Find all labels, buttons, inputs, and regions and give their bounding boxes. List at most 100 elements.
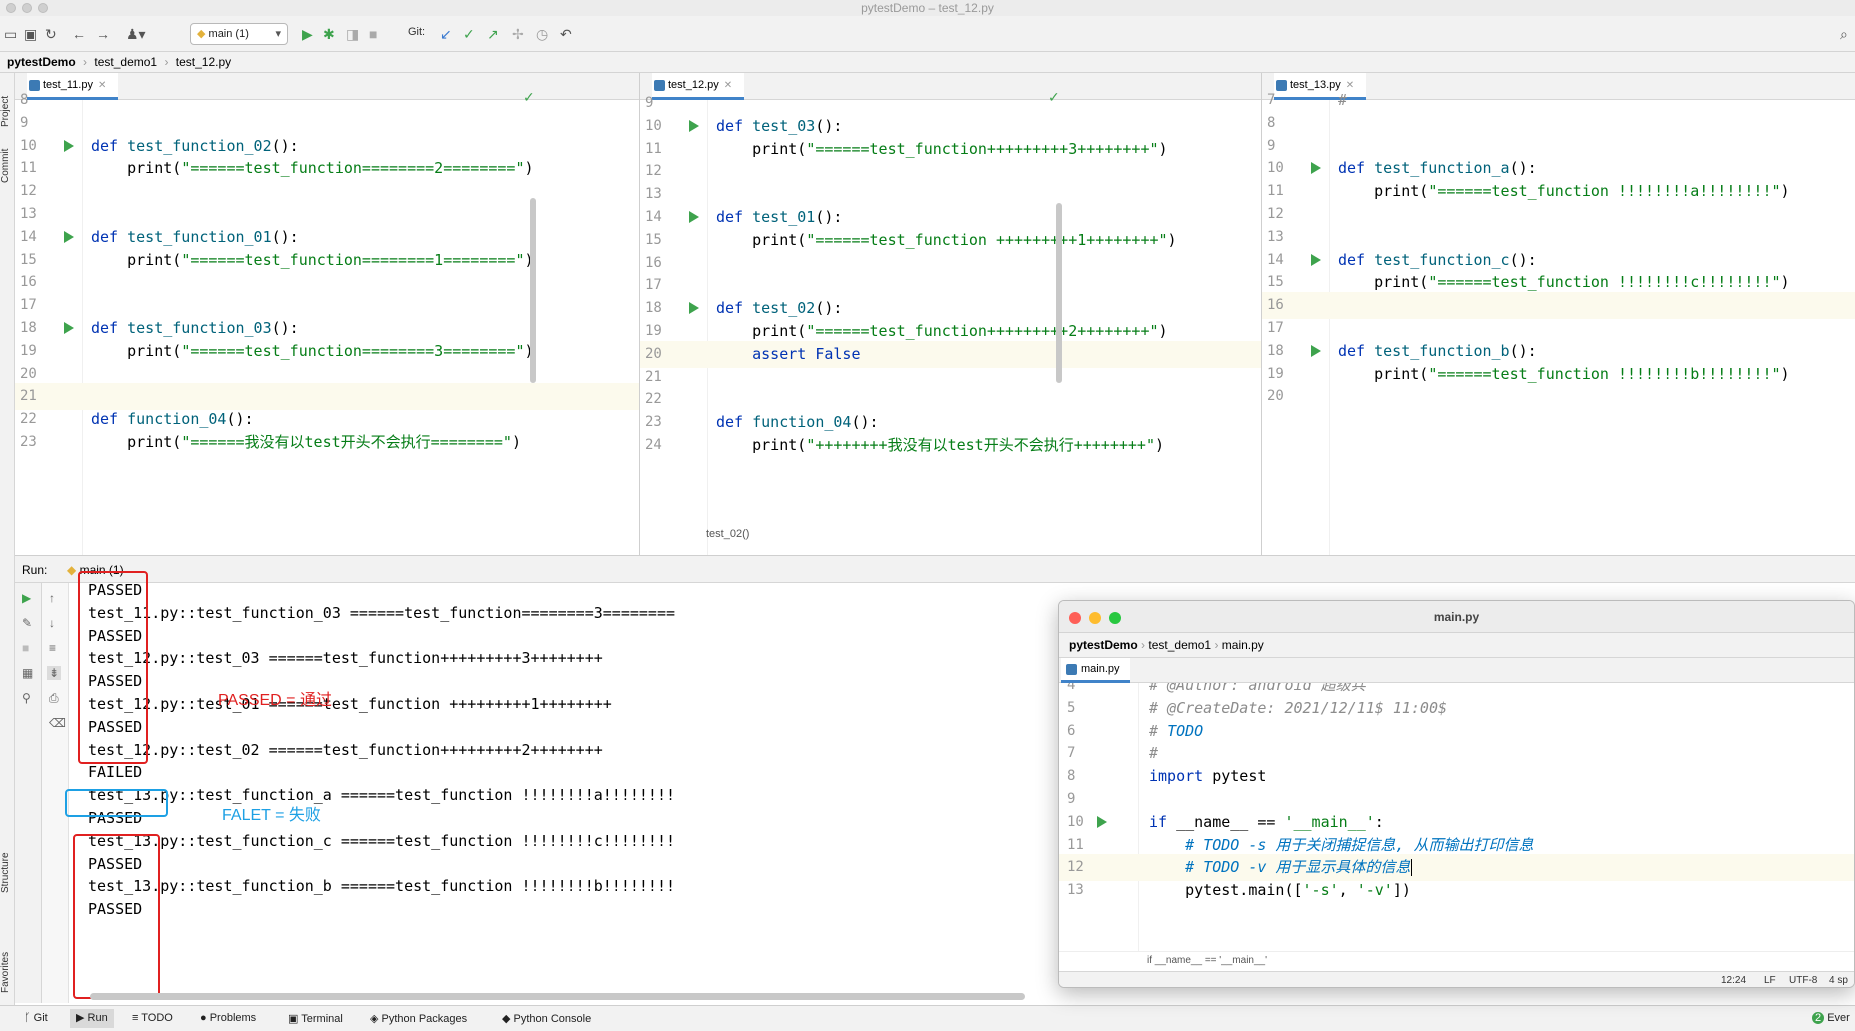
trash-icon[interactable]: ⌫ — [49, 716, 66, 730]
tab-main-py[interactable]: main.py — [1061, 658, 1130, 683]
git-tool-tab[interactable]: ᚴ Git — [24, 1012, 48, 1024]
layout-icon[interactable]: ▦ — [22, 666, 33, 680]
code-token: , — [1338, 881, 1357, 900]
scroll-to-end-icon[interactable]: ⇟ — [47, 666, 62, 680]
string-token: '__main__' — [1284, 812, 1375, 831]
scroll-up-icon[interactable]: ↑ — [49, 591, 55, 605]
wrench-icon[interactable]: ✎ — [22, 616, 32, 630]
git-push-icon[interactable]: ↗ — [487, 26, 499, 42]
rerun-icon[interactable]: ▶ — [22, 591, 31, 605]
terminal-tool-tab[interactable]: ▣ Terminal — [288, 1012, 343, 1025]
run-icon[interactable]: ▶ — [302, 26, 313, 42]
run-tool-tab[interactable]: ▶ Run — [70, 1009, 114, 1028]
run-gutter-icon[interactable] — [64, 322, 74, 334]
breadcrumb-project[interactable]: pytestDemo — [7, 55, 76, 69]
run-gutter-icon[interactable] — [64, 230, 74, 243]
code-token: (): — [271, 319, 299, 337]
caret-position[interactable]: 12:24 — [1721, 975, 1746, 986]
breadcrumb-separator: › — [1141, 638, 1146, 652]
run-gutter-icon[interactable] — [689, 119, 699, 132]
git-pull-request-icon[interactable]: ✢ — [512, 26, 524, 42]
code-token: (): — [815, 116, 843, 135]
project-tool-tab[interactable]: Project — [0, 77, 15, 127]
comment-token: # — [1338, 91, 1348, 109]
git-commit-icon[interactable]: ✓ — [463, 26, 475, 42]
stop-icon[interactable]: ■ — [369, 26, 377, 42]
git-branch-icon: ᚴ — [24, 1012, 31, 1024]
string-token: '-v' — [1356, 881, 1393, 900]
code-text: print("======我没有以test开头不会执行========") — [91, 429, 521, 456]
line-separator[interactable]: LF — [1764, 975, 1776, 986]
commit-tool-tab[interactable]: Commit — [0, 133, 15, 183]
string-token: '-s' — [1302, 881, 1339, 900]
code-text: pytest.main(['-s', '-v']) — [1149, 877, 1411, 904]
run-gutter-icon[interactable] — [1311, 344, 1321, 357]
run-gutter-icon[interactable] — [689, 211, 699, 223]
horizontal-scrollbar[interactable] — [90, 993, 1025, 1000]
test-output-line: test_13.py::test_function_a ======test_f… — [88, 786, 675, 805]
python-packages-tool-tab[interactable]: ◈ Python Packages — [370, 1012, 467, 1025]
vertical-scrollbar[interactable] — [1056, 203, 1062, 383]
search-icon[interactable]: ⌕ — [1840, 26, 1848, 42]
user-icon[interactable]: ♟▾ — [126, 26, 146, 42]
keyword-token: def — [716, 413, 753, 432]
comment-token: # — [1149, 744, 1159, 763]
breadcrumb-project[interactable]: pytestDemo — [1069, 638, 1138, 652]
code-token: ) — [1155, 436, 1165, 454]
breadcrumb-separator: › — [164, 55, 169, 69]
run-gutter-icon[interactable] — [1097, 815, 1107, 828]
floating-status-bar: 12:24 LF UTF-8 4 sp — [1059, 971, 1854, 987]
save-icon[interactable]: ▣ — [24, 26, 37, 42]
favorites-tool-tab[interactable]: Favorites — [0, 923, 15, 993]
breadcrumb-separator: › — [83, 55, 88, 69]
print-icon[interactable]: ⎙ — [49, 691, 59, 706]
todo-tool-tab[interactable]: ≡ TODO — [132, 1012, 173, 1024]
run-gutter-icon[interactable] — [1311, 162, 1321, 175]
code-token: ) — [524, 159, 534, 178]
structure-tool-tab[interactable]: Structure — [0, 833, 15, 893]
code-token: (): — [226, 410, 254, 429]
keyword-token: def — [1338, 341, 1375, 360]
run-gutter-icon[interactable] — [1311, 253, 1321, 266]
coverage-icon[interactable]: ◨ — [346, 26, 359, 42]
floating-tab-bar: main.py — [1059, 658, 1854, 683]
breadcrumb-file[interactable]: main.py — [1222, 638, 1264, 652]
git-update-icon[interactable]: ↙ — [440, 26, 452, 42]
indent-setting[interactable]: 4 sp — [1829, 975, 1848, 986]
file-encoding[interactable]: UTF-8 — [1789, 975, 1817, 986]
stop-icon[interactable]: ■ — [22, 641, 29, 655]
debug-icon[interactable]: ✱ — [323, 26, 335, 42]
code-token: pytest.main([ — [1149, 881, 1303, 900]
soft-wrap-icon[interactable]: ≡ — [49, 641, 56, 655]
python-console-tool-tab[interactable]: ◆ Python Console — [502, 1012, 591, 1025]
back-arrow-icon[interactable]: ← — [72, 26, 86, 42]
open-folder-icon[interactable]: ▭ — [4, 26, 17, 42]
keyword-token: def — [716, 299, 753, 318]
run-configuration-select[interactable]: ◆ main (1) ▾ — [190, 23, 288, 45]
forward-arrow-icon[interactable]: → — [96, 26, 110, 42]
run-gutter-icon[interactable] — [64, 139, 74, 152]
sync-icon[interactable]: ↻ — [45, 26, 57, 42]
floating-code-editor[interactable]: 4 # @Author: android 超级兵 5 # @CreateDate: 2… — [1059, 683, 1854, 951]
breadcrumb-folder[interactable]: test_demo1 — [94, 55, 157, 69]
comment-token: # — [1149, 721, 1168, 740]
event-log-tab[interactable]: 2 Ever — [1812, 1012, 1850, 1024]
run-gutter-icon[interactable] — [689, 302, 699, 315]
info-icon: ● — [200, 1012, 207, 1024]
code-token: __name__ == — [1176, 812, 1285, 831]
scroll-down-icon[interactable]: ↓ — [49, 616, 55, 630]
problems-tool-tab[interactable]: ● Problems — [200, 1012, 256, 1024]
breadcrumb-folder[interactable]: test_demo1 — [1148, 638, 1211, 652]
breadcrumb-file[interactable]: test_12.py — [176, 55, 231, 69]
run-output[interactable]: PASSED test_11.py::test_function_03 =====… — [65, 571, 1060, 1003]
pin-icon[interactable]: ⚲ — [22, 691, 31, 705]
vertical-scrollbar[interactable] — [530, 198, 536, 383]
rollback-icon[interactable]: ↶ — [560, 26, 572, 42]
string-token: "======test_function !!!!!!!!c!!!!!!!!" — [1428, 273, 1781, 292]
editor-pane-test-11: test_11.py ✕ 8 9 10 def test_function_02(): 11… — [15, 73, 640, 555]
history-icon[interactable]: ◷ — [536, 26, 548, 42]
code-token: ) — [511, 433, 521, 451]
python-console-tool-label: Python Console — [513, 1013, 592, 1025]
function-name-token: test_function_c — [1374, 250, 1510, 269]
